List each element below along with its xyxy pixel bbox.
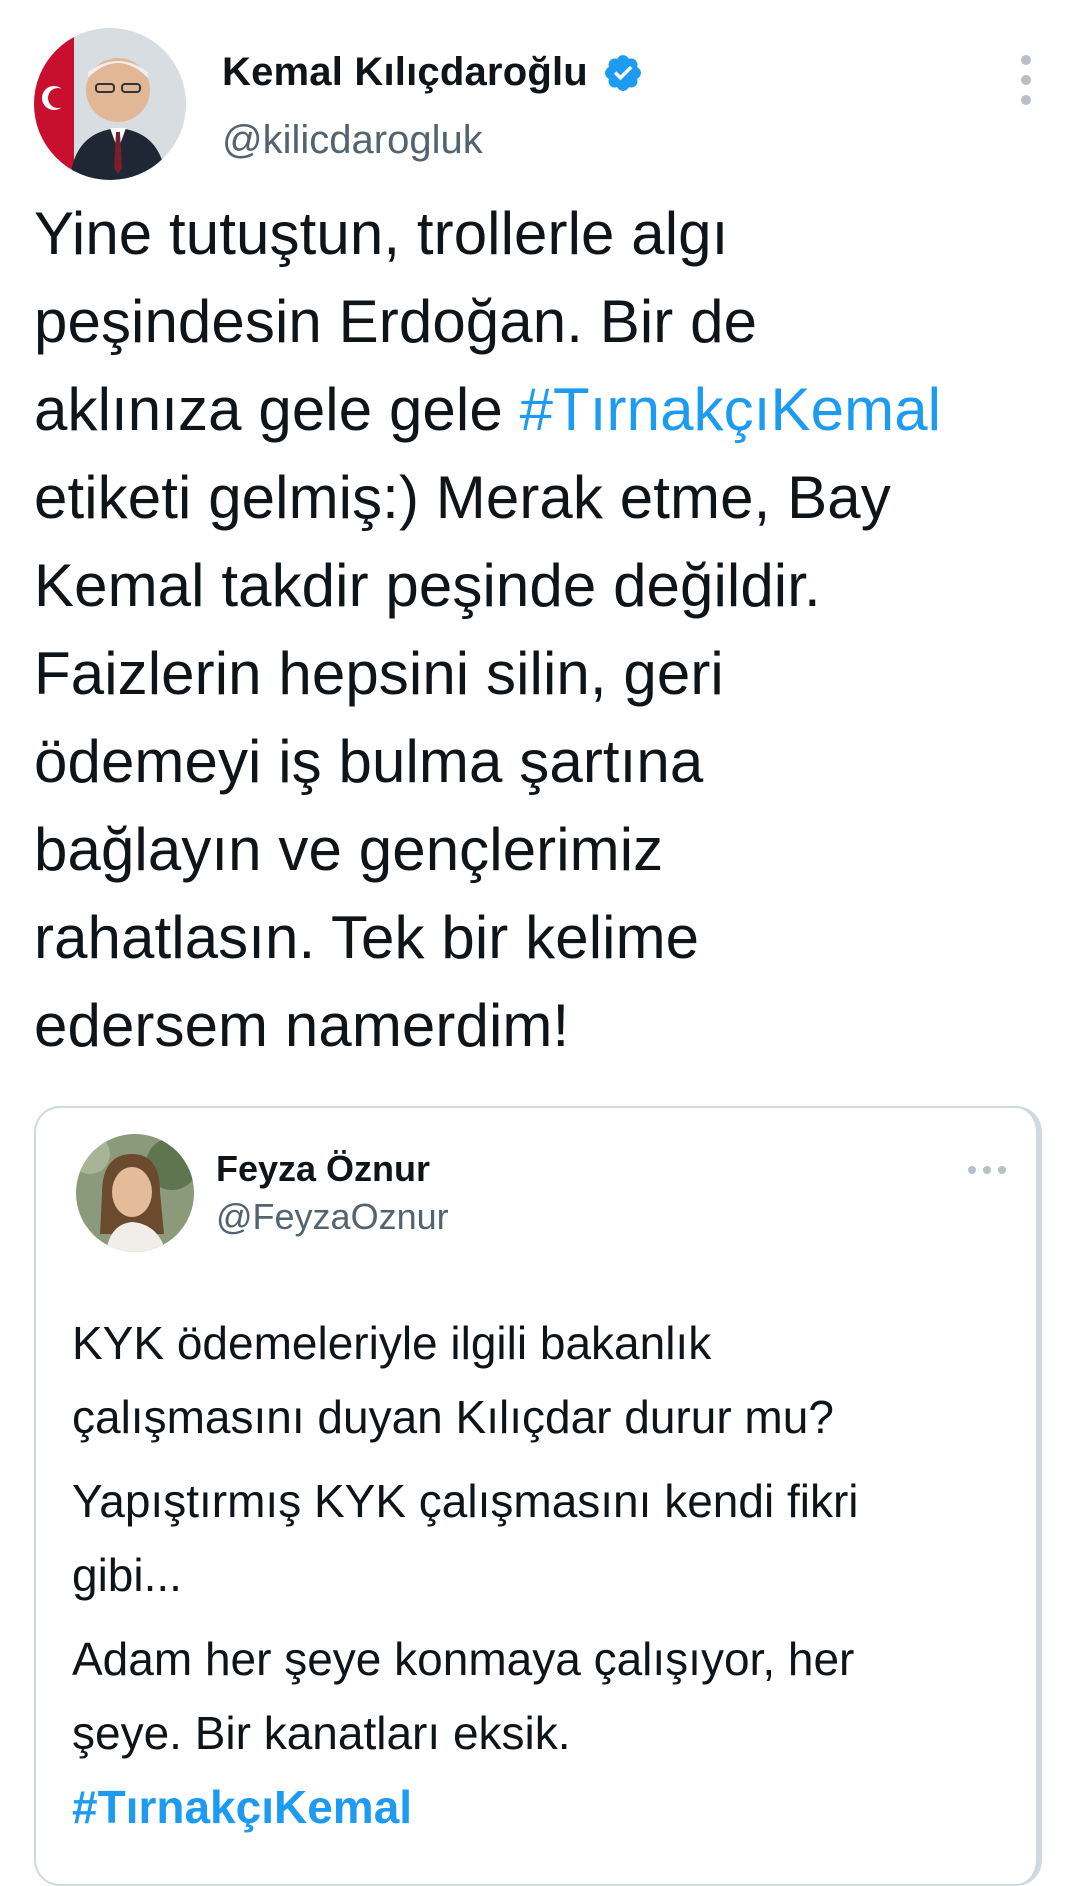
author-handle[interactable]: @kilicdarogluk [222, 118, 483, 163]
quoted-author-handle[interactable]: @FeyzaOznur [216, 1196, 449, 1238]
hashtag-link[interactable]: #TırnakçıKemal [520, 376, 942, 443]
tweet-header: Kemal Kılıçdaroğlu @kilicdarogluk [34, 28, 1046, 180]
author-avatar[interactable] [34, 28, 186, 180]
quoted-text-line: çalışmasını duyan Kılıçdar durur mu? [72, 1391, 834, 1443]
quoted-text-line: KYK ödemeleriyle ilgili bakanlık [72, 1317, 712, 1369]
quoted-author-avatar[interactable] [76, 1134, 194, 1252]
author-name-row: Kemal Kılıçdaroğlu [222, 50, 644, 95]
tweet-text-line: rahatlasın. Tek bir kelime [34, 904, 700, 971]
more-horizontal-icon[interactable] [964, 1160, 1010, 1180]
quoted-tweet-card[interactable]: Feyza Öznur @FeyzaOznur KYK ödemeleriyle… [34, 1106, 1042, 1886]
verified-badge-icon [602, 52, 644, 94]
tweet-text-line: Yine tutuştun, trollerle algı [34, 200, 729, 267]
author-display-name[interactable]: Kemal Kılıçdaroğlu [222, 50, 588, 95]
quoted-author-avatar-image [76, 1134, 194, 1252]
tweet-text: Yine tutuştun, trollerle algı peşindesin… [34, 190, 1054, 1070]
tweet-text-line: etiketi gelmiş:) Merak etme, Bay [34, 464, 891, 531]
tweet-text-line: bağlayın ve gençlerimiz [34, 816, 664, 883]
tweet-text-line: aklınıza gele gele #TırnakçıKemal [34, 366, 1054, 454]
author-avatar-image [34, 28, 186, 180]
tweet-text-line: peşindesin Erdoğan. Bir de [34, 288, 758, 355]
quoted-text-line: gibi... [72, 1549, 182, 1601]
quoted-text-line: Adam her şeye konmaya çalışıyor, her [72, 1633, 855, 1685]
more-vertical-icon[interactable] [1006, 50, 1046, 110]
quoted-hashtag-link[interactable]: #TırnakçıKemal [72, 1770, 1022, 1844]
tweet-text-line: edersem namerdim! [34, 992, 570, 1059]
quoted-text-line: Yapıştırmış KYK çalışmasını kendi fikri [72, 1475, 859, 1527]
quoted-tweet-text: KYK ödemeleriyle ilgili bakanlık çalışma… [72, 1306, 1022, 1844]
quoted-author-display-name[interactable]: Feyza Öznur [216, 1148, 430, 1190]
tweet-text-line: ödemeyi iş bulma şartına [34, 728, 704, 795]
tweet-text-line: Kemal takdir peşinde değildir. [34, 552, 821, 619]
tweet-text-segment: aklınıza gele gele [34, 376, 520, 443]
quoted-text-line: şeye. Bir kanatları eksik. [72, 1707, 571, 1759]
tweet: Kemal Kılıçdaroğlu @kilicdarogluk Yine t… [0, 0, 1080, 1886]
tweet-text-line: Faizlerin hepsini silin, geri [34, 640, 724, 707]
